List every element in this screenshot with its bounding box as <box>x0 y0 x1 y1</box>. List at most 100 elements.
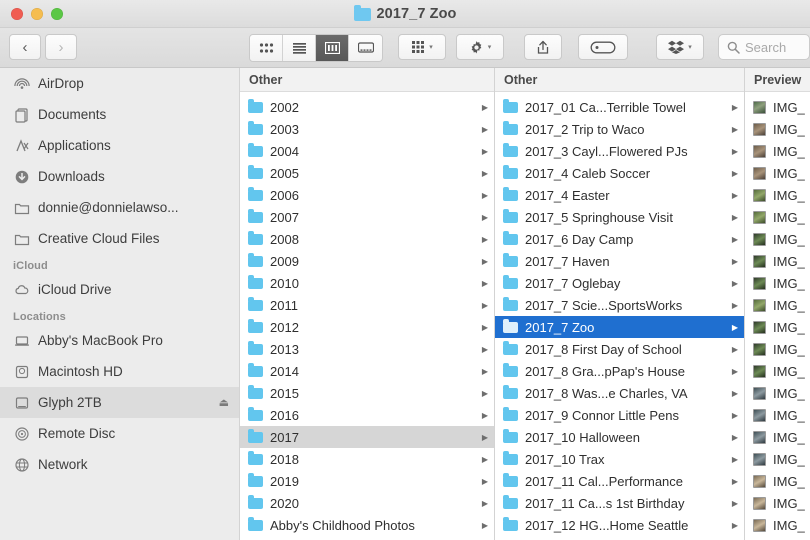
table-row[interactable]: 2020 ▶ <box>240 492 494 514</box>
table-row[interactable]: 2003 ▶ <box>240 118 494 140</box>
chevron-right-icon[interactable]: ▶ <box>482 301 488 310</box>
table-row[interactable]: 2009 ▶ <box>240 250 494 272</box>
list-item[interactable]: IMG_ <box>745 426 810 448</box>
column-3-preview[interactable]: Preview IMG_ IMG_ IMG_ IMG_ IMG_ IMG_ IMG_ IMG_… <box>745 68 810 540</box>
chevron-right-icon[interactable]: ▶ <box>732 323 738 332</box>
table-row[interactable]: 2017_8 Gra...pPap's House ▶ <box>495 360 744 382</box>
list-item[interactable]: IMG_ <box>745 536 810 540</box>
chevron-right-icon[interactable]: ▶ <box>732 521 738 530</box>
sidebar-item-applications[interactable]: Applications <box>0 130 239 161</box>
chevron-right-icon[interactable]: ▶ <box>732 169 738 178</box>
table-row[interactable]: 2017_7 Oglebay ▶ <box>495 272 744 294</box>
table-row[interactable]: 2014 ▶ <box>240 360 494 382</box>
action-menu-button[interactable]: ▾ <box>456 34 504 60</box>
chevron-right-icon[interactable]: ▶ <box>482 477 488 486</box>
list-view-button[interactable] <box>283 35 316 61</box>
icon-view-button[interactable] <box>250 35 283 61</box>
table-row[interactable]: 2005 ▶ <box>240 162 494 184</box>
share-button[interactable] <box>524 34 562 60</box>
list-item[interactable]: IMG_ <box>745 118 810 140</box>
chevron-right-icon[interactable]: ▶ <box>482 323 488 332</box>
chevron-right-icon[interactable]: ▶ <box>732 499 738 508</box>
sidebar-item-remote-disc[interactable]: Remote Disc <box>0 418 239 449</box>
chevron-right-icon[interactable]: ▶ <box>732 213 738 222</box>
chevron-right-icon[interactable]: ▶ <box>732 235 738 244</box>
column-view-button[interactable] <box>316 35 349 61</box>
list-item[interactable]: IMG_ <box>745 316 810 338</box>
list-item[interactable]: IMG_ <box>745 228 810 250</box>
chevron-right-icon[interactable]: ▶ <box>482 411 488 420</box>
eject-icon[interactable]: ⏏ <box>219 396 229 409</box>
tag-button[interactable] <box>578 34 628 60</box>
list-item[interactable]: IMG_ <box>745 250 810 272</box>
list-item[interactable]: IMG_ <box>745 338 810 360</box>
list-item[interactable]: IMG_ <box>745 294 810 316</box>
table-row[interactable]: 2017_7 Scie...SportsWorks ▶ <box>495 294 744 316</box>
sidebar-item-donnie-donnielawso[interactable]: donnie@donnielawso... <box>0 192 239 223</box>
chevron-right-icon[interactable]: ▶ <box>732 191 738 200</box>
chevron-right-icon[interactable]: ▶ <box>732 147 738 156</box>
sidebar-item-airdrop[interactable]: AirDrop <box>0 68 239 99</box>
chevron-right-icon[interactable]: ▶ <box>482 103 488 112</box>
chevron-right-icon[interactable]: ▶ <box>482 367 488 376</box>
forward-button[interactable]: › <box>45 34 77 60</box>
sidebar[interactable]: AirDrop Documents Applications Downloads don… <box>0 68 240 540</box>
table-row[interactable]: 2017_9 Connor Little Pens ▶ <box>495 404 744 426</box>
list-item[interactable]: IMG_ <box>745 404 810 426</box>
table-row[interactable]: 2017_8 First Day of School ▶ <box>495 338 744 360</box>
chevron-right-icon[interactable]: ▶ <box>732 345 738 354</box>
sidebar-item-icloud-drive[interactable]: iCloud Drive <box>0 274 239 305</box>
back-button[interactable]: ‹ <box>9 34 41 60</box>
sidebar-item-network[interactable]: Network <box>0 449 239 480</box>
table-row[interactable]: 2017_4 Easter ▶ <box>495 184 744 206</box>
table-row[interactable]: 2017_12 HG...Home Seattle ▶ <box>495 514 744 536</box>
chevron-right-icon[interactable]: ▶ <box>482 279 488 288</box>
table-row[interactable]: 2017_2 Trip to Waco ▶ <box>495 118 744 140</box>
column-2[interactable]: Other 2017_01 Ca...Terrible Towel ▶ 2017_2… <box>495 68 745 540</box>
chevron-right-icon[interactable]: ▶ <box>732 125 738 134</box>
chevron-right-icon[interactable]: ▶ <box>732 411 738 420</box>
list-item[interactable]: IMG_ <box>745 206 810 228</box>
list-item[interactable]: IMG_ <box>745 184 810 206</box>
table-row[interactable]: 2013 ▶ <box>240 338 494 360</box>
list-item[interactable]: IMG_ <box>745 96 810 118</box>
sidebar-item-downloads[interactable]: Downloads <box>0 161 239 192</box>
list-item[interactable]: IMG_ <box>745 492 810 514</box>
chevron-right-icon[interactable]: ▶ <box>732 257 738 266</box>
table-row[interactable]: 2004 ▶ <box>240 140 494 162</box>
chevron-right-icon[interactable]: ▶ <box>732 455 738 464</box>
table-row[interactable]: 2017_01 Ca...Terrible Towel ▶ <box>495 96 744 118</box>
list-item[interactable]: IMG_ <box>745 382 810 404</box>
chevron-right-icon[interactable]: ▶ <box>482 455 488 464</box>
table-row[interactable]: 2012 ▶ <box>240 316 494 338</box>
sidebar-item-abby-s-macbook-pro[interactable]: Abby's MacBook Pro <box>0 325 239 356</box>
chevron-right-icon[interactable]: ▶ <box>482 345 488 354</box>
sidebar-item-creative-cloud-files[interactable]: Creative Cloud Files <box>0 223 239 254</box>
table-row[interactable]: 2017_10 Halloween ▶ <box>495 426 744 448</box>
chevron-right-icon[interactable]: ▶ <box>482 191 488 200</box>
table-row[interactable]: 2017_5 Springhouse Visit ▶ <box>495 206 744 228</box>
chevron-right-icon[interactable]: ▶ <box>732 367 738 376</box>
table-row[interactable]: 2019 ▶ <box>240 470 494 492</box>
chevron-right-icon[interactable]: ▶ <box>732 103 738 112</box>
chevron-right-icon[interactable]: ▶ <box>732 389 738 398</box>
chevron-right-icon[interactable]: ▶ <box>482 235 488 244</box>
chevron-right-icon[interactable]: ▶ <box>732 477 738 486</box>
sidebar-item-documents[interactable]: Documents <box>0 99 239 130</box>
list-item[interactable]: IMG_ <box>745 470 810 492</box>
sidebar-item-glyph-2tb[interactable]: Glyph 2TB ⏏ <box>0 387 239 418</box>
chevron-right-icon[interactable]: ▶ <box>482 125 488 134</box>
chevron-right-icon[interactable]: ▶ <box>732 433 738 442</box>
table-row[interactable]: 2018 ▶ <box>240 448 494 470</box>
table-row[interactable]: 2017_11 Cal...Performance ▶ <box>495 470 744 492</box>
table-row[interactable]: 2017_6 Day Camp ▶ <box>495 228 744 250</box>
chevron-right-icon[interactable]: ▶ <box>482 499 488 508</box>
list-item[interactable]: IMG_ <box>745 140 810 162</box>
sidebar-item-macintosh-hd[interactable]: Macintosh HD <box>0 356 239 387</box>
table-row[interactable]: 2017_3 Cayl...Flowered PJs ▶ <box>495 140 744 162</box>
chevron-right-icon[interactable]: ▶ <box>732 279 738 288</box>
chevron-right-icon[interactable]: ▶ <box>482 169 488 178</box>
table-row[interactable]: 2016 ▶ <box>240 404 494 426</box>
table-row[interactable]: 2006 ▶ <box>240 184 494 206</box>
table-row[interactable]: 2002 ▶ <box>240 96 494 118</box>
